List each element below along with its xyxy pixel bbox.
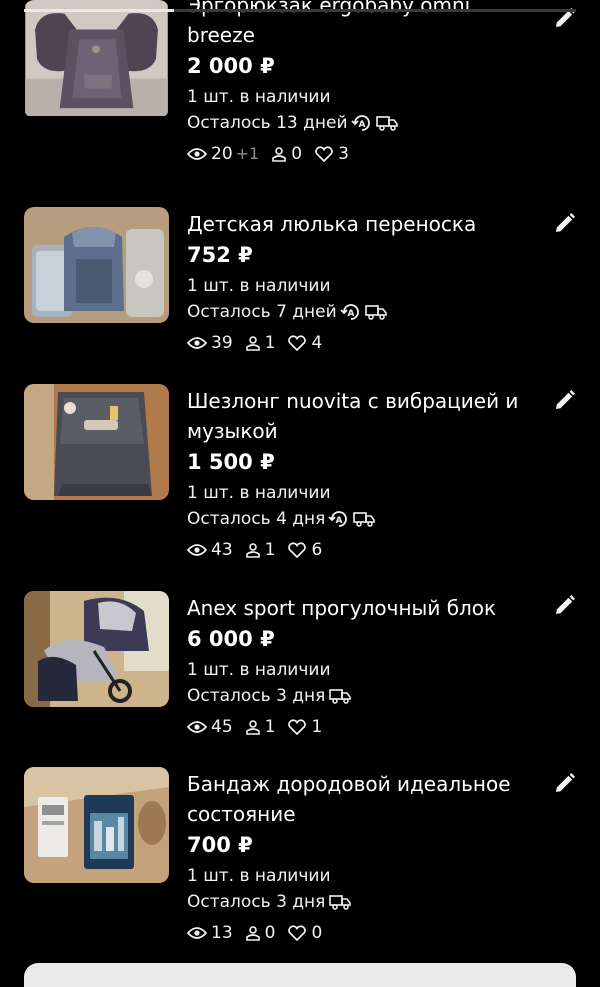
favorites-count: 6 [311, 540, 323, 560]
listing-stats: 20 +1 0 3 [187, 144, 532, 164]
listing-photo[interactable] [24, 591, 169, 707]
support-belt-photo [24, 767, 169, 883]
delivery-truck-icon [364, 305, 387, 320]
delivery-truck-icon [329, 689, 352, 704]
delivery-truck-icon [353, 512, 376, 527]
baby-carrycot-photo [24, 207, 169, 323]
listing-remaining-row: Осталось 13 дней A [187, 113, 532, 133]
favorites-count: 0 [311, 923, 323, 943]
listing-remaining: Осталось 7 дней [187, 302, 337, 322]
contacts-count: 1 [264, 540, 276, 560]
svg-text:A: A [358, 120, 365, 130]
person-icon [245, 720, 260, 735]
listing-remaining-row: Осталось 3 дня [187, 892, 532, 912]
listing-stats: 43 1 6 [187, 540, 532, 560]
baby-carrier-photo [25, 0, 168, 116]
delivery-truck-icon [375, 116, 398, 131]
views-count: 45 [211, 717, 233, 737]
listing-stock: 1 шт. в наличии [187, 87, 331, 107]
bottom-sheet-edge[interactable] [24, 963, 576, 987]
views-count: 13 [211, 923, 233, 943]
listing-stock: 1 шт. в наличии [187, 660, 331, 680]
heart-icon [288, 925, 307, 941]
listing-remaining: Осталось 13 дней [187, 113, 348, 133]
eye-icon [187, 544, 207, 556]
heart-icon [315, 146, 333, 162]
autorenew-icon: A [328, 511, 348, 527]
listing-stats: 45 1 1 [187, 717, 532, 737]
listing-price: 2 000 ₽ [187, 54, 275, 78]
views-count: 39 [211, 333, 233, 353]
pencil-icon[interactable] [553, 388, 577, 412]
views-count: 20 [211, 144, 233, 164]
contacts-count: 0 [291, 144, 303, 164]
favorites-count: 4 [311, 333, 323, 353]
heart-icon [288, 542, 307, 558]
eye-icon [187, 721, 207, 733]
autorenew-icon: A [340, 304, 359, 320]
person-icon [272, 147, 287, 162]
contacts-count: 1 [264, 333, 276, 353]
listing-remaining: Осталось 4 дня [187, 509, 326, 529]
heart-icon [288, 719, 307, 735]
listing-stats: 39 1 4 [187, 333, 532, 353]
svg-text:A: A [336, 516, 343, 526]
listing-remaining-row: Осталось 3 дня [187, 686, 532, 706]
listing-remaining-row: Осталось 7 дней A [187, 302, 532, 322]
listing-remaining-row: Осталось 4 дня A [187, 509, 532, 529]
listing-title[interactable]: Детская люлька переноска [187, 209, 532, 239]
person-icon [245, 543, 260, 558]
scroll-indicator [24, 9, 576, 12]
listing-stats: 13 0 0 [187, 923, 532, 943]
baby-bouncer-photo [24, 384, 169, 500]
views-count: 43 [211, 540, 233, 560]
listing-price: 752 ₽ [187, 243, 253, 267]
svg-text:A: A [347, 309, 354, 319]
listing-title[interactable]: Эргорюкзак ergobaby omni breeze [187, 0, 532, 50]
listing-price: 6 000 ₽ [187, 627, 275, 651]
listing-title[interactable]: Бандаж дородовой идеальное состояние [187, 769, 532, 829]
eye-icon [187, 927, 207, 939]
listing-photo[interactable] [24, 767, 169, 883]
pencil-icon[interactable] [553, 593, 577, 617]
contacts-count: 1 [264, 717, 276, 737]
stroller-photo [24, 591, 169, 707]
listing-photo[interactable] [24, 384, 169, 500]
listing-price: 700 ₽ [187, 833, 253, 857]
eye-icon [187, 148, 207, 160]
eye-icon [187, 337, 207, 349]
listing-price: 1 500 ₽ [187, 450, 275, 474]
favorites-count: 3 [338, 144, 349, 164]
listing-remaining: Осталось 3 дня [187, 686, 326, 706]
favorites-count: 1 [311, 717, 323, 737]
listing-stock: 1 шт. в наличии [187, 483, 331, 503]
scroll-indicator-thumb [24, 9, 174, 12]
autorenew-icon: A [350, 115, 370, 131]
person-icon [245, 926, 260, 941]
listing-title[interactable]: Шезлонг nuovita с вибрацией и музыкой [187, 386, 532, 446]
listing-stock: 1 шт. в наличии [187, 276, 331, 296]
delivery-truck-icon [329, 895, 352, 910]
views-delta: +1 [235, 144, 260, 163]
contacts-count: 0 [264, 923, 276, 943]
pencil-icon[interactable] [553, 211, 577, 235]
listing-stock: 1 шт. в наличии [187, 866, 331, 886]
heart-icon [288, 335, 307, 351]
listing-remaining: Осталось 3 дня [187, 892, 326, 912]
listing-photo[interactable] [24, 0, 169, 118]
pencil-icon[interactable] [553, 771, 577, 795]
listing-photo[interactable] [24, 207, 169, 323]
listing-title[interactable]: Anex sport прогулочный блок [187, 593, 532, 623]
person-icon [245, 336, 260, 351]
